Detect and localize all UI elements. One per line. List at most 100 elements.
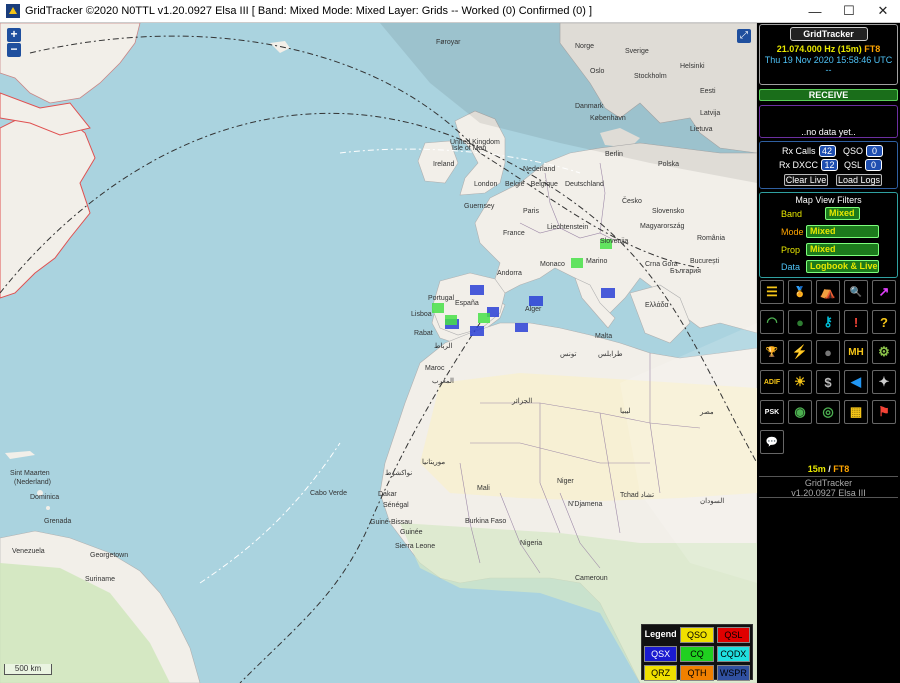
map-label: Portugal bbox=[428, 295, 455, 302]
globe-icon[interactable]: ● bbox=[788, 310, 812, 334]
cq-grid-square bbox=[432, 303, 444, 313]
map-label: Slovensko bbox=[652, 208, 684, 215]
legend-qrz: QRZ bbox=[644, 665, 678, 681]
map-view-filters-panel: Map View Filters Band Mixed Mode Mixed P… bbox=[759, 192, 898, 278]
datetime-text: Thu 19 Nov 2020 15:58:46 UTC bbox=[764, 55, 893, 65]
rx-dxcc-label: Rx DXCC bbox=[779, 160, 819, 170]
map-label: Berlin bbox=[605, 151, 623, 158]
frequency-line: 21.074.000 Hz (15m) FT8 bbox=[760, 44, 897, 54]
data-filter-select[interactable]: Logbook & Live bbox=[806, 260, 879, 273]
maximize-button[interactable]: ☐ bbox=[832, 0, 866, 22]
data-filter-row: Data Logbook & Live bbox=[760, 260, 897, 274]
map-label: Isle of Man bbox=[452, 145, 486, 152]
adif-icon[interactable]: ADIF bbox=[760, 370, 784, 394]
receive-status-button[interactable]: RECEIVE bbox=[759, 89, 898, 101]
map-label: Norge bbox=[575, 43, 594, 50]
chat-icon[interactable]: 💬 bbox=[760, 430, 784, 454]
map-label: ليبيا bbox=[620, 407, 631, 415]
map-label: Alger bbox=[525, 306, 542, 313]
map-label: Niger bbox=[557, 478, 574, 485]
legend-qsl: QSL bbox=[716, 627, 750, 643]
satellite-icon[interactable]: ✦ bbox=[872, 370, 896, 394]
help-icon[interactable]: ? bbox=[872, 310, 896, 334]
lightning-icon[interactable]: ⚡ bbox=[788, 340, 812, 364]
minimize-button[interactable]: — bbox=[798, 0, 832, 22]
window-titlebar: GridTracker ©2020 N0TTL v1.20.0927 Elsa … bbox=[0, 0, 900, 23]
chart-icon[interactable]: ↗ bbox=[872, 280, 896, 304]
cq-grid-square bbox=[478, 313, 490, 323]
map-label: Ireland bbox=[433, 161, 455, 168]
sidebar: GridTracker 21.074.000 Hz (15m) FT8 Thu … bbox=[757, 23, 900, 683]
alert-icon[interactable]: ! bbox=[844, 310, 868, 334]
clear-live-button[interactable]: Clear Live bbox=[784, 174, 828, 186]
gridtracker-app-icon bbox=[6, 4, 20, 18]
grid-square-icon[interactable]: ▦ bbox=[844, 400, 868, 424]
mode-filter-row: Mode Mixed bbox=[760, 225, 897, 239]
zoom-in-button[interactable]: + bbox=[7, 28, 21, 42]
map-label: Lietuva bbox=[690, 126, 713, 133]
qsl-value[interactable]: 0 bbox=[865, 159, 883, 171]
world-map[interactable]: Føroyar Ireland United Kingdom Isle of M… bbox=[0, 23, 757, 683]
map-label: Eesti bbox=[700, 88, 716, 95]
map-label: مصر bbox=[699, 409, 714, 416]
map-scale: 500 km bbox=[4, 664, 52, 675]
close-button[interactable]: ✕ bbox=[866, 0, 900, 22]
map-label: Cameroun bbox=[575, 575, 608, 582]
hand-money-icon[interactable]: $ bbox=[816, 370, 840, 394]
version-text: v1.20.0927 Elsa III bbox=[791, 488, 866, 498]
golf-flag-icon[interactable]: ⚑ bbox=[872, 400, 896, 424]
rx-dxcc-value[interactable]: 12 bbox=[821, 159, 839, 171]
data-filter-label: Data bbox=[781, 262, 801, 272]
rx-calls-stat: Rx Calls 42 bbox=[782, 145, 836, 157]
map-label: Cabo Verde bbox=[310, 490, 347, 497]
legend-cq: CQ bbox=[680, 646, 714, 662]
settings-gear-icon[interactable]: ⚙ bbox=[872, 340, 896, 364]
map-label: Česko bbox=[622, 196, 642, 205]
map-label: نواكشوط bbox=[385, 469, 412, 477]
map-label: България bbox=[670, 268, 701, 275]
map-label: Sint Maarten bbox=[10, 470, 50, 477]
frequency-text: 21.074.000 Hz (15m) bbox=[776, 44, 862, 54]
map-legend: Legend QSO QSL QSX CQ CQDX QRZ QTH WSPR bbox=[641, 624, 753, 681]
map-label: Føroyar bbox=[436, 39, 461, 46]
rx-calls-value[interactable]: 42 bbox=[818, 145, 836, 157]
map-label: España bbox=[455, 300, 479, 307]
map-label: Polska bbox=[658, 161, 679, 168]
load-logs-button[interactable]: Load Logs bbox=[836, 174, 882, 186]
key-icon[interactable]: ⚷ bbox=[816, 310, 840, 334]
map-label: France bbox=[503, 230, 525, 237]
prop-filter-select[interactable]: Mixed bbox=[806, 243, 879, 256]
app-name-button[interactable]: GridTracker bbox=[789, 27, 868, 41]
award-medal-icon[interactable]: 🏅 bbox=[788, 280, 812, 304]
sun-icon[interactable]: ☀ bbox=[788, 370, 812, 394]
psk24-icon[interactable]: PSK bbox=[760, 400, 784, 424]
log-list-icon[interactable]: ☰ bbox=[760, 280, 784, 304]
mode-filter-select[interactable]: Mixed bbox=[806, 225, 879, 238]
speaker-icon[interactable]: ◀ bbox=[844, 370, 868, 394]
moon-icon[interactable]: ● bbox=[816, 340, 840, 364]
zoom-out-button[interactable]: − bbox=[7, 43, 21, 57]
qsx-grid-square bbox=[470, 285, 484, 295]
dx-call-placeholder: -- bbox=[825, 65, 832, 75]
map-label: Rabat bbox=[414, 330, 433, 337]
rx-calls-label: Rx Calls bbox=[782, 146, 816, 156]
qso-value[interactable]: 0 bbox=[866, 145, 884, 157]
radar-icon[interactable]: ◎ bbox=[816, 400, 840, 424]
trophy-icon[interactable]: 🏆 bbox=[760, 340, 784, 364]
map-label: تونس bbox=[560, 351, 576, 358]
map-label: Slovenija bbox=[600, 238, 629, 245]
map-label: موريتانيا bbox=[422, 458, 445, 466]
wifi-icon[interactable]: ◠ bbox=[760, 310, 784, 334]
prop-filter-row: Prop Mixed bbox=[760, 243, 897, 257]
search-icon[interactable]: 🔍 bbox=[844, 280, 868, 304]
map-label: المغرب bbox=[432, 377, 454, 385]
cq-grid-square bbox=[571, 258, 583, 268]
mh4-icon[interactable]: MH bbox=[844, 340, 868, 364]
band-filter-label: Band bbox=[781, 209, 803, 219]
qsx-grid-square bbox=[601, 288, 615, 298]
prop-filter-label: Prop bbox=[781, 245, 801, 255]
pota-tent-icon[interactable]: ⛺ bbox=[816, 280, 840, 304]
globe-search-icon[interactable]: ◉ bbox=[788, 400, 812, 424]
fullscreen-icon[interactable]: ⤢ bbox=[737, 29, 751, 43]
band-filter-select[interactable]: Mixed bbox=[825, 207, 860, 220]
